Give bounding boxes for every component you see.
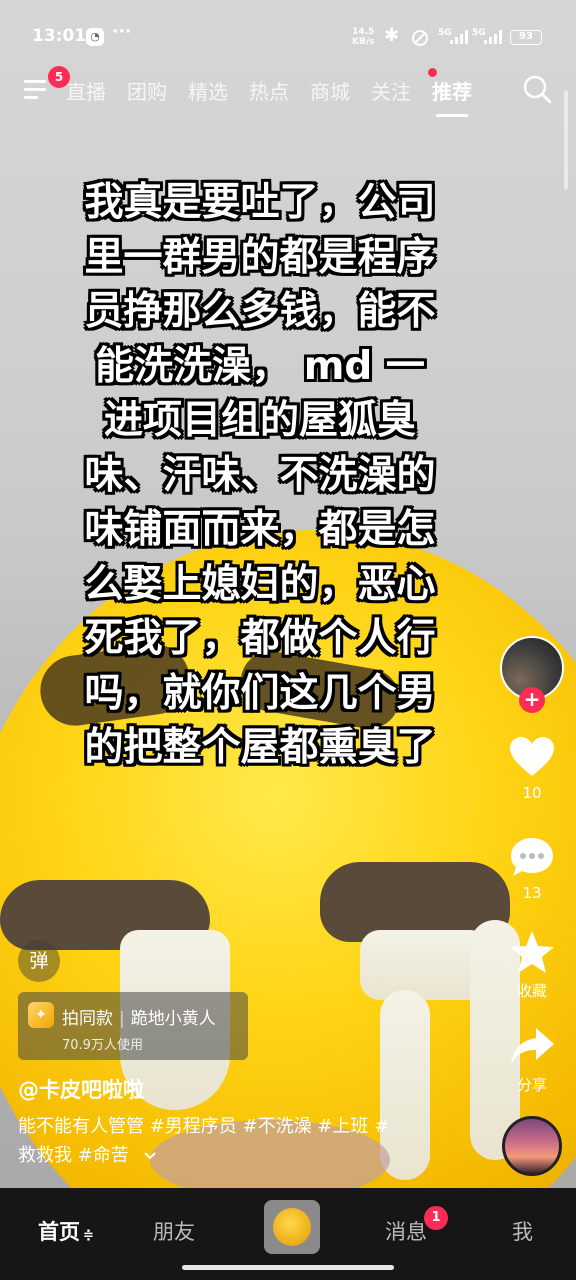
bluetooth-icon: ✱ (384, 25, 400, 46)
home-indicator[interactable] (182, 1265, 394, 1270)
caption-line: 救救我 #命苦 (18, 1145, 129, 1166)
headline-line: 能洗洗澡， md 一 (95, 343, 425, 389)
sparkle-icon: ✦ (28, 1002, 54, 1028)
signal-strength-icon (484, 30, 506, 44)
like-button[interactable]: 10 (497, 736, 567, 802)
template-action: 拍同款 (62, 1009, 113, 1029)
tab-mall[interactable]: 商城 (310, 76, 350, 105)
refresh-icon: ≑ (83, 1228, 94, 1243)
signal-strength-icon (450, 30, 472, 44)
music-disc[interactable] (502, 1116, 562, 1176)
create-button[interactable] (264, 1200, 320, 1254)
headline-line: 味、汗味、不洗澡的 (84, 452, 436, 498)
search-button[interactable] (522, 74, 552, 104)
comment-icon (511, 838, 553, 876)
follow-button[interactable]: + (519, 687, 545, 713)
share-icon (511, 1028, 554, 1064)
menu-icon (24, 80, 46, 83)
headline-line: 味铺面而来，都是怎 (84, 507, 436, 552)
more-notifications-icon: ··· (112, 22, 132, 42)
notification-app-icon: ◔ (86, 28, 104, 46)
favorite-label: 收藏 (516, 982, 547, 1000)
messages-badge: 1 (424, 1206, 448, 1230)
clock: 13:01 (32, 26, 87, 46)
headline-line: 的把整个屋都熏臭了 (84, 725, 436, 770)
comment-button[interactable]: 13 (497, 836, 567, 902)
template-card[interactable]: ✦ 拍同款 | 跪地小黄人 70.9万人使用 (18, 992, 248, 1060)
heart-icon (510, 737, 554, 776)
battery-indicator: 93 (510, 30, 542, 45)
network-speed-value: 14.5 (352, 27, 375, 37)
following-new-dot (428, 68, 437, 77)
headline-line: 进项目组的屋狐臭 (103, 398, 416, 443)
feed-tabs: 直播 团购 精选 热点 商城 关注 推荐 (66, 76, 493, 117)
video-caption[interactable]: 能不能有人管管 #男程序员 #不洗澡 #上班 # 救救我 #命苦 (18, 1112, 458, 1170)
comment-count: 13 (522, 884, 542, 902)
video-headline-text: 我真是要吐了，公司 里一群男的都是程序 员挣那么多钱，能不 能洗洗澡， md 一… (50, 176, 470, 776)
star-icon (510, 931, 554, 973)
top-nav: 5 直播 团购 精选 热点 商城 关注 推荐 (0, 66, 576, 117)
share-label: 分享 (516, 1076, 547, 1094)
caption-line: 能不能有人管管 #男程序员 #不洗澡 #上班 # (18, 1116, 390, 1137)
headline-line: 我真是要吐了，公司 (84, 180, 436, 225)
chevron-down-icon[interactable] (143, 1151, 157, 1161)
search-icon (523, 75, 552, 104)
tab-following[interactable]: 关注 (371, 76, 411, 105)
tab-live[interactable]: 直播 (66, 76, 106, 105)
network-speed: 14.5 KB/s (352, 27, 374, 47)
headline-line: 么娶上媳妇的，恶心 (84, 561, 436, 607)
network-speed-unit: KB/s (352, 37, 375, 47)
nav-home-label: 首页 (38, 1220, 80, 1244)
headline-line: 吗，就你们这几个男 (84, 670, 436, 716)
like-count: 10 (522, 784, 542, 802)
template-user-count: 70.9万人使用 (62, 1038, 143, 1053)
hotspot-icon (412, 30, 428, 46)
progress-indicator (564, 90, 568, 190)
template-name: 跪地小黄人 (130, 1009, 216, 1029)
nav-me[interactable]: 我 (512, 1216, 533, 1246)
headline-line: 死我了，都做个人行 (84, 616, 436, 661)
author-name[interactable]: @卡皮吧啦啦 (18, 1074, 144, 1104)
emoji-avatar-icon (273, 1208, 311, 1246)
danmaku-toggle[interactable]: 弹 (18, 940, 60, 982)
status-bar: 13:01 ◔ ··· 14.5 KB/s ✱ 5G 5G 93 (0, 22, 576, 54)
tab-featured[interactable]: 精选 (188, 76, 228, 105)
menu-button[interactable] (24, 78, 50, 100)
tab-recommended[interactable]: 推荐 (432, 76, 472, 117)
template-title: 拍同款 | 跪地小黄人 (62, 1009, 216, 1029)
share-button[interactable]: 分享 (497, 1026, 567, 1095)
nav-messages[interactable]: 消息 (385, 1216, 427, 1246)
headline-line: 里一群男的都是程序 (84, 234, 436, 280)
tab-trending[interactable]: 热点 (249, 76, 289, 105)
nav-home[interactable]: 首页 ≑ (38, 1216, 94, 1246)
favorite-button[interactable]: 收藏 (497, 930, 567, 1001)
tab-group-buy[interactable]: 团购 (127, 76, 167, 105)
headline-line: 员挣那么多钱，能不 (84, 289, 436, 334)
nav-friends[interactable]: 朋友 (153, 1216, 195, 1246)
